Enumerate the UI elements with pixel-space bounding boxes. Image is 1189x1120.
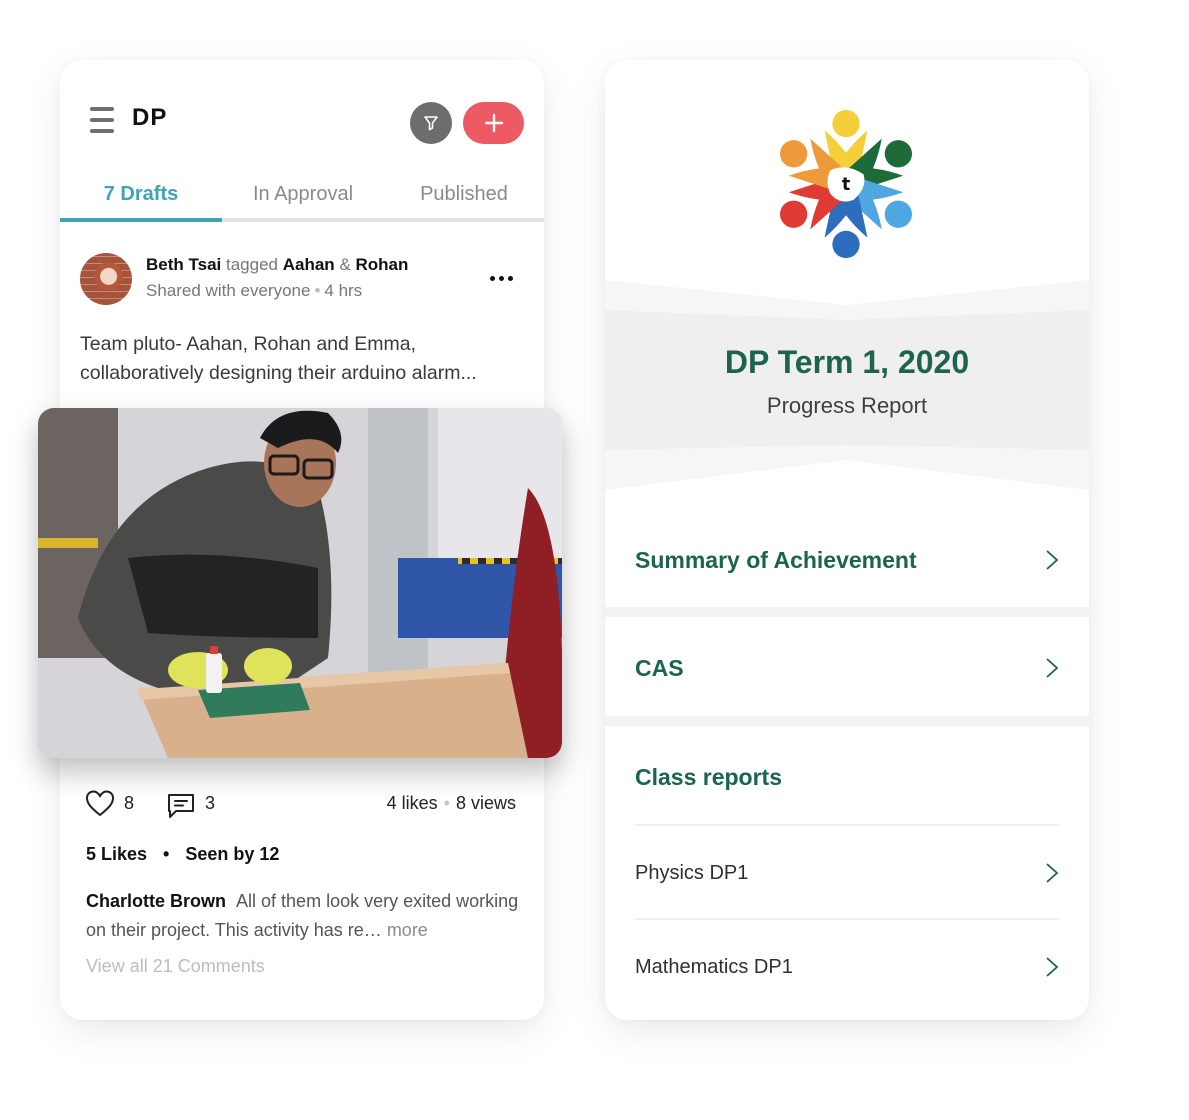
chevron-right-icon: [1046, 658, 1059, 678]
app-title: DP: [132, 104, 168, 131]
title-band-background: [605, 280, 1089, 490]
tab-bar: 7 Drafts In Approval Published: [60, 170, 544, 222]
likes-seen-separator: •: [163, 844, 170, 864]
chevron-right-icon: [1046, 863, 1059, 883]
hamburger-icon[interactable]: [90, 107, 114, 133]
heart-icon[interactable]: [84, 788, 116, 818]
class-report-label: Physics DP1: [635, 861, 749, 884]
tab-in-approval[interactable]: In Approval: [222, 170, 384, 218]
likes-summary[interactable]: 5 Likes: [86, 844, 147, 864]
tab-published[interactable]: Published: [384, 170, 544, 218]
school-logo-icon: t: [779, 109, 913, 259]
comment-count: 3: [205, 793, 216, 813]
likes-seen-line: 5 Likes • Seen by 12: [86, 844, 279, 865]
post-author-line: Beth Tsai tagged Aahan & Rohan: [146, 255, 408, 275]
post-time: 4 hrs: [324, 281, 363, 300]
author-name[interactable]: Beth Tsai: [146, 255, 221, 274]
ampersand: &: [339, 255, 351, 274]
like-count: 8: [124, 793, 135, 813]
logo-letter: t: [842, 175, 850, 195]
section-divider: [605, 607, 1089, 617]
post-text: Team pluto- Aahan, Rohan and Emma, colla…: [80, 333, 477, 384]
list-divider: [635, 918, 1059, 920]
post-photo[interactable]: [38, 408, 562, 758]
tagged-user-2[interactable]: Rohan: [356, 255, 409, 274]
filter-button[interactable]: [410, 102, 452, 144]
post-photo-illustration: [38, 408, 562, 758]
plus-icon: [484, 113, 503, 133]
visibility-text: Shared with everyone: [146, 281, 311, 300]
cas-label: CAS: [635, 654, 684, 681]
section-divider: [605, 716, 1089, 726]
stats-separator: •: [443, 793, 450, 813]
post-meta: Shared with everyone • 4 hrs: [146, 281, 362, 301]
progress-report-card: t DP Term 1, 2020 Progress Report Summar…: [605, 60, 1089, 1020]
view-all-comments-link[interactable]: View all 21 Comments: [86, 956, 265, 977]
views-text: 8 views: [455, 793, 516, 813]
class-reports-header: Class reports: [635, 755, 1059, 799]
report-subtitle: Progress Report: [766, 393, 928, 418]
top-comment: Charlotte Brown All of them look very ex…: [86, 887, 526, 945]
list-divider: [635, 824, 1059, 826]
comment-icon[interactable]: [165, 790, 197, 820]
summary-of-achievement-row[interactable]: Summary of Achievement: [635, 538, 1059, 582]
meta-separator: •: [314, 281, 321, 300]
tagged-user-1[interactable]: Aahan: [283, 255, 335, 274]
likes-views-summary: 4 likes • 8 views: [387, 793, 516, 814]
class-reports-label: Class reports: [635, 763, 783, 790]
chevron-right-icon: [1046, 550, 1059, 570]
comment-more-link[interactable]: more: [387, 920, 428, 940]
cas-row[interactable]: CAS: [635, 646, 1059, 690]
tagged-word: tagged: [226, 255, 278, 274]
comment-author[interactable]: Charlotte Brown: [86, 891, 226, 911]
report-title: DP Term 1, 2020: [724, 344, 970, 380]
class-report-item-mathematics[interactable]: Mathematics DP1: [635, 945, 1059, 989]
add-post-button[interactable]: [463, 102, 524, 144]
tab-drafts[interactable]: 7 Drafts: [60, 170, 222, 222]
likes-text: 4 likes: [386, 793, 438, 813]
author-avatar[interactable]: [80, 253, 132, 305]
summary-of-achievement-label: Summary of Achievement: [635, 546, 917, 573]
post-more-options-icon[interactable]: [486, 266, 516, 290]
class-report-label: Mathematics DP1: [635, 955, 793, 978]
filter-funnel-icon: [424, 116, 438, 131]
seen-by[interactable]: Seen by 12: [185, 844, 279, 864]
chevron-right-icon: [1046, 957, 1059, 977]
class-report-item-physics[interactable]: Physics DP1: [635, 851, 1059, 895]
